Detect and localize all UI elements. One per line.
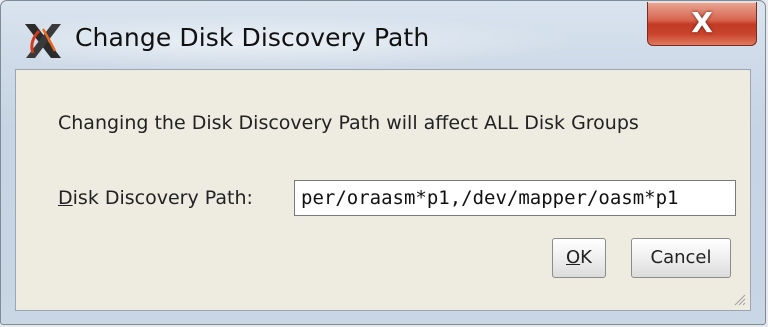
disk-discovery-path-input[interactable]: per/oraasm*p1,/dev/mapper/oasm*p1 <box>294 180 736 216</box>
ok-label: K <box>580 247 592 268</box>
path-input-value: per/oraasm*p1,/dev/mapper/oasm*p1 <box>301 187 679 209</box>
ok-mnemonic: O <box>566 247 581 268</box>
ok-button[interactable]: OK <box>552 238 606 278</box>
close-button[interactable]: X <box>647 2 757 46</box>
disk-discovery-path-label: Disk Discovery Path: <box>58 187 253 209</box>
label-text: isk Discovery Path: <box>72 187 253 209</box>
warning-message: Changing the Disk Discovery Path will af… <box>58 112 639 134</box>
label-mnemonic: D <box>58 187 73 209</box>
dialog-body: Changing the Disk Discovery Path will af… <box>15 69 751 311</box>
title-bar[interactable]: Change Disk Discovery Path X <box>1 1 765 69</box>
dialog-window: Change Disk Discovery Path X Changing th… <box>0 0 766 325</box>
cancel-button[interactable]: Cancel <box>631 238 731 278</box>
window-title: Change Disk Discovery Path <box>75 23 430 52</box>
close-icon: X <box>691 6 713 39</box>
resize-grip-icon[interactable] <box>732 292 746 306</box>
oracle-x-icon <box>25 24 61 58</box>
